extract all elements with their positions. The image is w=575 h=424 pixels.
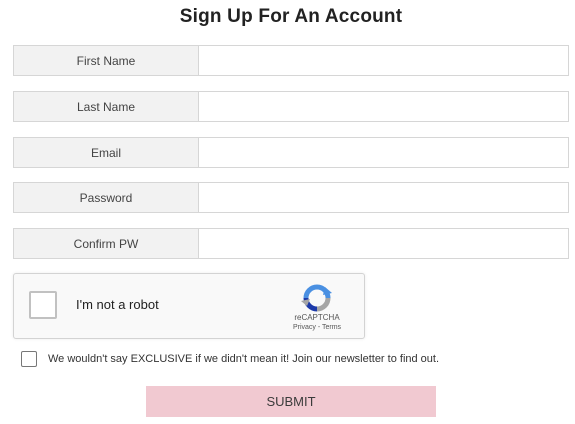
password-input[interactable] (199, 182, 569, 213)
first-name-input[interactable] (199, 45, 569, 76)
recaptcha-brand: reCAPTCHA (294, 313, 340, 322)
newsletter-checkbox[interactable] (21, 351, 37, 367)
recaptcha-checkbox[interactable] (29, 291, 57, 319)
newsletter-row: We wouldn't say EXCLUSIVE if we didn't m… (21, 351, 439, 367)
recaptcha-links: Privacy - Terms (276, 324, 358, 331)
recaptcha-logo-icon (301, 284, 332, 312)
confirm-password-label: Confirm PW (13, 228, 199, 259)
confirm-password-row: Confirm PW (13, 228, 569, 259)
first-name-row: First Name (13, 45, 569, 76)
password-label: Password (13, 182, 199, 213)
recaptcha-label: I'm not a robot (76, 297, 159, 312)
last-name-input[interactable] (199, 91, 569, 122)
last-name-label: Last Name (13, 91, 199, 122)
recaptcha-widget: I'm not a robot reCAPTCHA Privacy - Term… (13, 273, 365, 339)
submit-button[interactable]: SUBMIT (146, 386, 436, 417)
email-row: Email (13, 137, 569, 168)
recaptcha-privacy-link[interactable]: Privacy (293, 324, 316, 331)
last-name-row: Last Name (13, 91, 569, 122)
email-input[interactable] (199, 137, 569, 168)
first-name-label: First Name (13, 45, 199, 76)
newsletter-label: We wouldn't say EXCLUSIVE if we didn't m… (48, 353, 440, 365)
password-row: Password (13, 182, 569, 213)
page-title: Sign Up For An Account (179, 6, 403, 27)
confirm-password-input[interactable] (199, 228, 569, 259)
email-label: Email (13, 137, 199, 168)
recaptcha-terms-link[interactable]: Terms (322, 324, 341, 331)
